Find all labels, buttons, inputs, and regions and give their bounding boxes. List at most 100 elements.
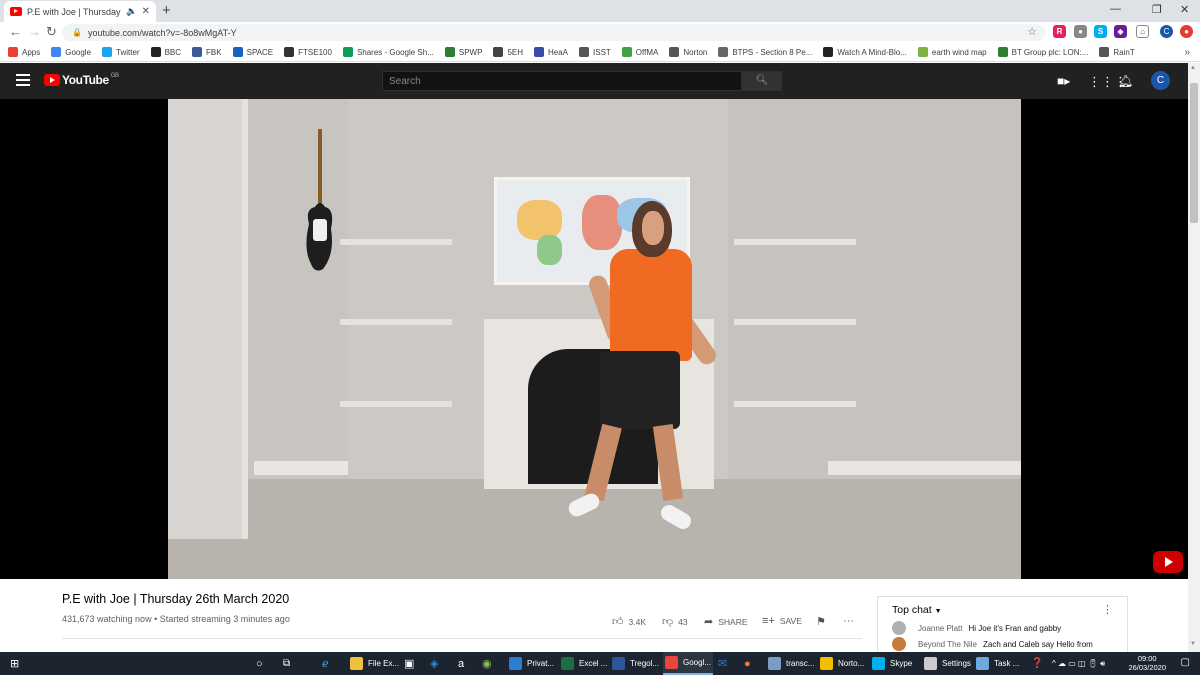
new-tab-button[interactable]: + [162, 2, 171, 19]
taskbar-app-label: Googl... [683, 658, 712, 667]
account-avatar[interactable]: C [1151, 71, 1170, 90]
back-arrow-icon[interactable]: ← [9, 24, 22, 39]
taskbar-app-button[interactable]: Norto... [818, 652, 866, 675]
chat-mode-dropdown[interactable]: Top chat ▼ [892, 604, 942, 616]
share-button[interactable]: ➦ SHARE [704, 615, 748, 628]
chat-text: Zach and Caleb say Hello from [983, 639, 1093, 649]
cast-icon[interactable]: ⌂ [1136, 25, 1149, 38]
bookmark-item[interactable]: Norton [669, 47, 707, 57]
close-window-icon[interactable]: ✕ [1180, 3, 1189, 16]
scrollbar-thumb[interactable] [1190, 83, 1198, 223]
create-video-icon[interactable]: ■▸ [1057, 74, 1070, 88]
skirting-right [828, 461, 1021, 475]
bookmark-item[interactable]: OffMA [621, 47, 658, 57]
save-button[interactable]: ≡+ SAVE [762, 615, 802, 627]
taskbar-app-button[interactable]: File Ex... [348, 652, 401, 675]
mail-icon[interactable]: ✉ [718, 652, 727, 675]
more-actions-button[interactable]: ··· [843, 615, 854, 627]
video-frame[interactable] [168, 99, 1021, 579]
taskbar-app-button[interactable]: Task ... [974, 652, 1021, 675]
sheets-icon [342, 47, 353, 57]
close-tab-icon[interactable]: ✕ [142, 6, 150, 17]
extension-red-icon[interactable]: ● [1180, 25, 1193, 38]
taskbar-app-button[interactable]: Settings [922, 652, 973, 675]
bookmark-item[interactable]: RainT [1099, 47, 1135, 57]
bookmark-item[interactable]: earth wind map [917, 47, 987, 57]
notifications-bell-icon[interactable]: 🔔︎ [1118, 74, 1133, 88]
restore-icon[interactable]: ❐ [1152, 3, 1162, 16]
report-flag-button[interactable]: ⚑ [816, 615, 831, 628]
ftse-icon [284, 47, 295, 57]
bookmark-label: 5EH [507, 47, 523, 57]
store-icon[interactable]: ▣ [404, 652, 414, 675]
shelf [340, 319, 452, 325]
taskbar-app-button[interactable]: Excel ... [559, 652, 609, 675]
minimize-icon[interactable]: — [1110, 3, 1121, 15]
menu-icon[interactable] [16, 74, 30, 86]
instructor-shorts [600, 351, 680, 429]
bookmark-item[interactable]: FTSE100 [284, 47, 332, 57]
bookmark-item[interactable]: BBC [150, 47, 181, 57]
bookmark-item[interactable]: ISST [579, 47, 611, 57]
search-button[interactable]: 🔍︎ [742, 71, 782, 91]
edge-pinned-icon[interactable]: ℯ [322, 652, 329, 675]
notification-center-icon[interactable]: ▢ [1181, 657, 1190, 668]
dropbox-icon[interactable]: ◈ [430, 652, 438, 675]
search-input[interactable]: Search [382, 71, 742, 91]
bookmark-item[interactable]: HeaA [534, 47, 568, 57]
bookmark-item[interactable]: BTPS - Section 8 Pe... [718, 47, 812, 57]
scroll-up-icon[interactable]: ▲ [1190, 65, 1196, 71]
edge-icon [509, 657, 522, 670]
thumbs-down-icon: 👎︎ [662, 616, 674, 628]
address-bar[interactable]: 🔒 youtube.com/watch?v=-8o8wMgAT-Y ☆ [62, 24, 1045, 41]
tripadvisor-icon[interactable]: ◉ [482, 652, 492, 675]
bookmark-item[interactable]: Shares - Google Sh... [342, 47, 434, 57]
taskbar-app-button[interactable]: transc... [766, 652, 816, 675]
scroll-down-icon[interactable]: ▼ [1190, 641, 1196, 647]
bookmark-star-icon[interactable]: ☆ [1027, 25, 1037, 38]
extension-gray-icon[interactable]: ● [1074, 25, 1087, 38]
profile-avatar-small[interactable]: C [1160, 25, 1173, 38]
system-tray-icons[interactable]: ^ ☁ ▭ ◫ 🔋︎ 🔊︎ [1052, 652, 1105, 675]
help-icon[interactable]: ❓ [1031, 652, 1043, 675]
chat-avatar [892, 621, 906, 635]
bookmark-item[interactable]: SPACE [232, 47, 273, 57]
dislike-button[interactable]: 👎︎ 43 [662, 615, 688, 628]
youtube-logo[interactable]: YouTube GB [44, 73, 119, 87]
speaker-icon[interactable]: 🔈 [126, 6, 137, 17]
browser-tab-active[interactable]: P.E with Joe | Thursday 26th 🔈 ✕ [4, 1, 156, 22]
taskbar-app-button[interactable]: Tregol... [610, 652, 661, 675]
cortana-search-icon[interactable]: ○ [256, 652, 263, 675]
skype-extension-icon[interactable]: S [1094, 25, 1107, 38]
bookmark-item[interactable]: 5EH [493, 47, 523, 57]
extension-purple-icon[interactable]: ◆ [1114, 25, 1127, 38]
bookmark-item[interactable]: BT Group plc: LON:... [997, 47, 1088, 57]
bookmark-item[interactable]: Watch A Mind-Blo... [823, 47, 907, 57]
taskbar-app-button[interactable]: Skype [870, 652, 914, 675]
bookmark-item[interactable]: Apps [8, 47, 40, 57]
page-scrollbar[interactable]: ▲ ▼ [1188, 63, 1200, 652]
video-player[interactable] [0, 99, 1188, 579]
video-meta: 431,673 watching now • Started streaming… [62, 614, 290, 624]
chat-options-icon[interactable]: ⋮ [1102, 603, 1113, 616]
more-bookmarks-icon[interactable]: » [1184, 47, 1190, 58]
bookmark-item[interactable]: Google [51, 47, 91, 57]
norton-icon [820, 657, 833, 670]
bookmark-item[interactable]: FBK [192, 47, 222, 57]
task-view-icon[interactable]: ⧉ [283, 652, 290, 675]
firefox-icon[interactable]: ● [744, 652, 751, 675]
like-button[interactable]: 👍︎ 3.4K [612, 615, 646, 628]
like-count: 3.4K [628, 616, 647, 627]
extension-r-icon[interactable]: R [1053, 25, 1066, 38]
bookmark-item[interactable]: Twitter [102, 47, 140, 57]
clock[interactable]: 09:00 26/03/2020 [1128, 654, 1166, 672]
forward-arrow-icon[interactable]: → [28, 24, 41, 39]
taskbar-app-button[interactable]: Googl... [663, 652, 714, 675]
reload-icon[interactable]: ↻ [46, 24, 57, 40]
taskbar-app-button[interactable]: Privat... [507, 652, 556, 675]
windows-start-icon[interactable]: ⊞ [10, 652, 19, 675]
bookmark-item[interactable]: SPWP [444, 47, 482, 57]
amazon-icon[interactable]: a [458, 652, 464, 675]
bbc-icon [150, 47, 161, 57]
youtube-watermark-icon[interactable] [1153, 551, 1183, 573]
